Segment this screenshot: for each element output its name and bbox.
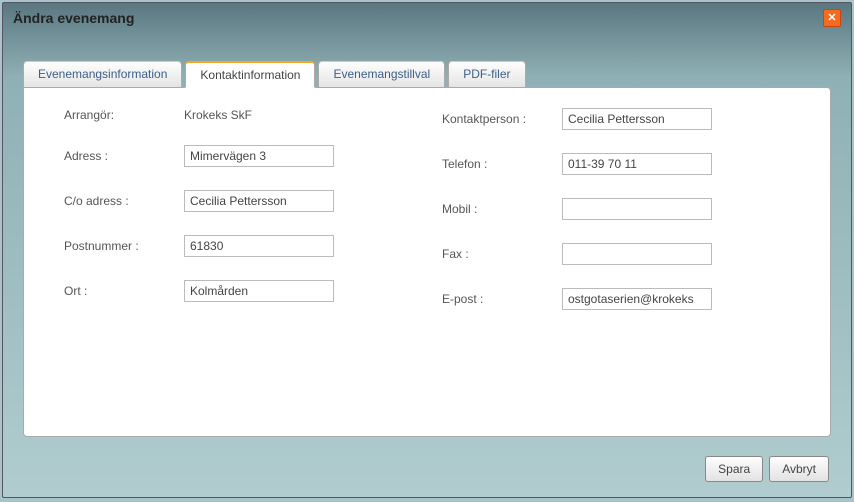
label-city: Ort : (64, 284, 184, 298)
tab-pdf-files[interactable]: PDF-filer (448, 61, 525, 88)
address-field[interactable] (184, 145, 334, 167)
save-button[interactable]: Spara (705, 456, 763, 482)
tabs: Evenemangsinformation Kontaktinformation… (23, 61, 529, 88)
label-postcode: Postnummer : (64, 239, 184, 253)
tab-event-info[interactable]: Evenemangsinformation (23, 61, 182, 88)
tab-contact-info[interactable]: Kontaktinformation (185, 61, 315, 88)
label-fax: Fax : (442, 247, 562, 261)
value-organizer: Krokeks SkF (184, 108, 252, 122)
label-email: E-post : (442, 292, 562, 306)
phone-field[interactable] (562, 153, 712, 175)
label-mobile: Mobil : (442, 202, 562, 216)
fax-field[interactable] (562, 243, 712, 265)
right-column: Kontaktperson : Telefon : Mobil : Fax : … (437, 108, 820, 333)
left-column: Arrangör: Krokeks SkF Adress : C/o adres… (34, 108, 417, 333)
email-field[interactable] (562, 288, 712, 310)
dialog-title: Ändra evenemang (13, 10, 134, 26)
dialog-buttons: Spara Avbryt (705, 456, 829, 482)
label-organizer: Arrangör: (64, 108, 184, 122)
contact-person-field[interactable] (562, 108, 712, 130)
label-co-address: C/o adress : (64, 194, 184, 208)
co-address-field[interactable] (184, 190, 334, 212)
mobile-field[interactable] (562, 198, 712, 220)
tab-panel: Arrangör: Krokeks SkF Adress : C/o adres… (23, 87, 831, 437)
close-icon[interactable]: ✕ (823, 9, 841, 27)
postcode-field[interactable] (184, 235, 334, 257)
titlebar: Ändra evenemang ✕ (3, 3, 851, 31)
label-contact-person: Kontaktperson : (442, 112, 562, 126)
tab-event-options[interactable]: Evenemangstillval (318, 61, 445, 88)
edit-event-dialog: Ändra evenemang ✕ Evenemangsinformation … (2, 2, 852, 498)
label-address: Adress : (64, 149, 184, 163)
cancel-button[interactable]: Avbryt (769, 456, 829, 482)
city-field[interactable] (184, 280, 334, 302)
label-phone: Telefon : (442, 157, 562, 171)
